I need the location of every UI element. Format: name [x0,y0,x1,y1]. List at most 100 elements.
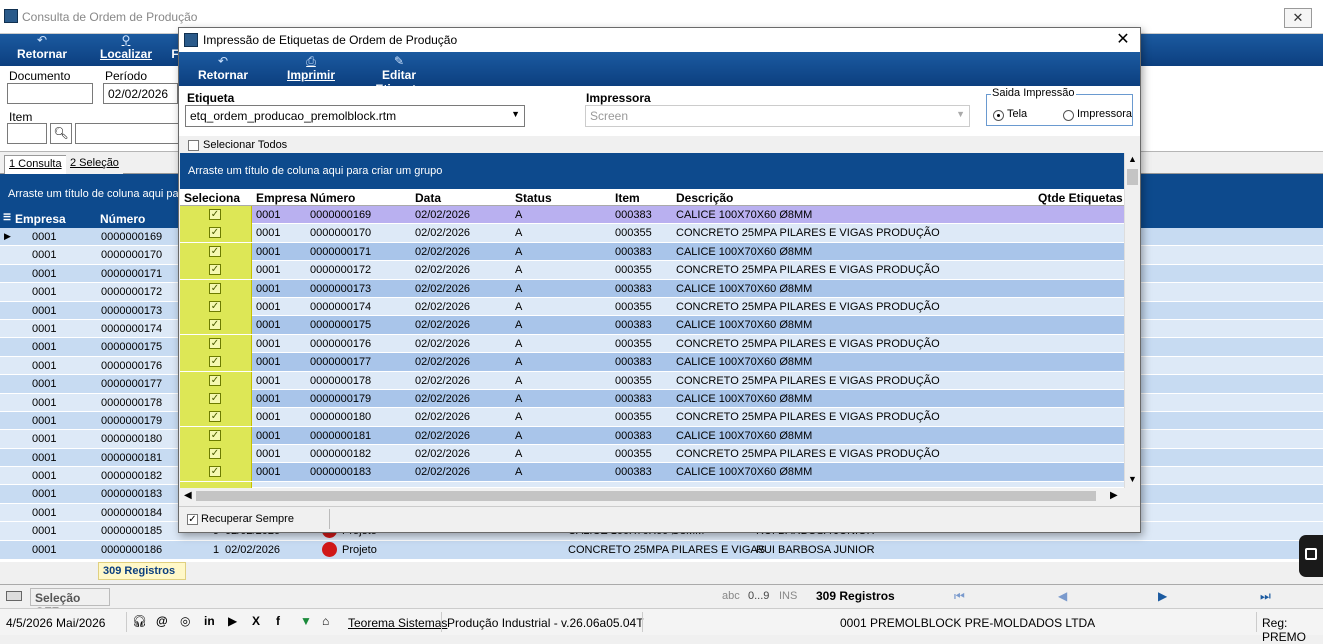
recuperar-checkbox[interactable]: ✓ [187,514,198,525]
row-checkbox[interactable]: ✓ [209,227,221,239]
radio-impressora-label[interactable]: Impressora [1077,108,1132,120]
col-status[interactable]: Status [515,191,552,205]
col-item[interactable]: Item [615,191,640,205]
row-checkbox[interactable]: ✓ [209,356,221,368]
etiqueta-select[interactable]: etq_ordem_producao_premolblock.rtm ▼ [185,105,525,127]
table-row[interactable]: ✓ 0001 0000000182 02/02/2026 A 000355 CONCRETO… [180,445,1124,464]
row-checkbox[interactable]: ✓ [209,300,221,312]
item-input[interactable] [7,123,47,144]
dialog-horizontal-scrollbar[interactable]: ◀ ▶ [180,488,1124,504]
youtube-icon[interactable]: ▶ [228,614,237,628]
main-retornar-button[interactable]: ↶ Retornar [14,34,70,62]
scroll-up-icon[interactable]: ▲ [1128,154,1137,164]
dialog-retornar-button[interactable]: ↶ Retornar [197,55,249,83]
first-record-icon[interactable]: ⏮ [954,589,965,604]
scroll-thumb[interactable] [1127,169,1138,185]
seleciona-cell[interactable]: ✓ [180,261,252,280]
seleciona-cell[interactable]: ✓ [180,445,252,464]
seleciona-cell[interactable]: ✓ [180,426,252,445]
column-menu-icon[interactable]: ☰ [3,212,11,223]
row-checkbox[interactable]: ✓ [209,374,221,386]
prev-record-icon[interactable]: ◀ [1058,589,1067,603]
facebook-icon[interactable]: f [276,614,280,628]
linkedin-icon[interactable]: in [204,614,215,628]
seleciona-cell[interactable]: ✓ [180,408,252,427]
last-record-icon[interactable]: ⏭ [1260,589,1271,604]
row-checkbox[interactable]: ✓ [209,319,221,331]
radio-tela-label[interactable]: Tela [1007,108,1027,120]
table-row[interactable]: ✓ 0001 0000000180 02/02/2026 A 000355 CONCRETO… [180,408,1124,427]
table-row[interactable]: ✓ 0001 0000000173 02/02/2026 A 000383 CALICE 1… [180,279,1124,298]
col-descricao[interactable]: Descrição [676,191,733,205]
item-description-input[interactable] [75,123,180,144]
row-checkbox[interactable]: ✓ [209,392,221,404]
dialog-vertical-scrollbar[interactable]: ▲ ▼ [1124,153,1140,488]
row-checkbox[interactable]: ✓ [209,264,221,276]
impressora-select[interactable]: Screen ▼ [585,105,970,127]
table-row[interactable]: ✓ 0001 0000000174 02/02/2026 A 000355 CONCRETO… [180,297,1124,317]
seleciona-cell[interactable]: ✓ [180,334,252,353]
row-checkbox[interactable]: ✓ [209,429,221,441]
row-checkbox[interactable]: ✓ [209,245,221,257]
table-row[interactable]: ✓ 0001 0000000169 02/02/2026 A 000383 CALICE 1… [180,206,1124,225]
tab-consulta[interactable]: 1 Consulta [4,155,67,174]
scroll-right-icon[interactable]: ▶ [1110,490,1118,501]
main-close-button[interactable]: ✕ [1284,8,1312,28]
seleciona-cell[interactable]: ✓ [180,297,252,316]
table-row[interactable]: ✓ 0001 0000000183 02/02/2026 A 000383 CALICE 1… [180,463,1124,482]
main-col-empresa[interactable]: Empresa [15,212,66,226]
col-seleciona[interactable]: Seleciona [184,191,240,205]
recuperar-label[interactable]: Recuperar Sempre [201,513,294,525]
scroll-h-thumb[interactable] [196,491,1096,501]
headset-icon[interactable]: 🎧︎ [132,614,147,628]
radio-impressora[interactable] [1063,110,1074,121]
main-col-numero[interactable]: Número [100,212,145,226]
seleciona-cell[interactable]: ✓ [180,463,252,482]
dialog-group-band[interactable]: Arraste um título de coluna aqui para cr… [180,153,1124,189]
row-checkbox[interactable]: ✓ [209,466,221,478]
selecionar-todos-checkbox[interactable] [188,140,199,151]
col-empresa[interactable]: Empresa [256,191,307,205]
col-numero[interactable]: Número [310,191,355,205]
seleciona-cell[interactable]: ✓ [180,279,252,298]
email-icon[interactable]: @ [156,614,168,628]
row-checkbox[interactable]: ✓ [209,337,221,349]
row-checkbox[interactable]: ✓ [209,411,221,423]
scroll-down-icon[interactable]: ▼ [1128,474,1137,484]
seleciona-cell[interactable]: ✓ [180,206,252,224]
seleciona-cell[interactable]: ✓ [180,242,252,261]
seleciona-cell[interactable]: ✓ [180,353,252,372]
radio-tela[interactable] [993,110,1004,121]
table-row[interactable]: ✓ 0001 0000000176 02/02/2026 A 000355 CONCRETO… [180,334,1124,354]
documento-input[interactable] [7,83,93,104]
table-row[interactable]: ✓ 0001 0000000177 02/02/2026 A 000383 CALICE 1… [180,353,1124,372]
table-row[interactable]: ✓ 0001 0000000175 02/02/2026 A 000383 CALICE 1… [180,316,1124,335]
col-data[interactable]: Data [415,191,441,205]
item-search-button[interactable]: 🔍︎ [50,123,72,144]
main-localizar-button[interactable]: ⚲ Localizar [98,34,154,62]
seleciona-cell[interactable]: ✓ [180,389,252,408]
seleciona-cell[interactable]: ✓ [180,224,252,243]
table-row[interactable]: ✓ 0001 0000000171 02/02/2026 A 000383 CALICE 1… [180,242,1124,262]
table-row[interactable]: ✓ 0001 0000000170 02/02/2026 A 000355 CONCRETO… [180,224,1124,243]
selecao-status[interactable]: Seleção OFF [30,588,110,619]
row-checkbox[interactable]: ✓ [209,209,221,220]
col-qtde[interactable]: Qtde Etiquetas [1038,191,1123,205]
dialog-imprimir-button[interactable]: ⎙ Imprimir [285,55,337,83]
row-checkbox[interactable]: ✓ [209,448,221,460]
table-row[interactable]: 0001 0000000186 1 02/02/2026 Projeto CON… [0,541,1323,560]
teorema-link[interactable]: Teorema Sistemas [348,616,447,630]
instagram-icon[interactable]: ◎ [180,614,190,628]
row-checkbox[interactable]: ✓ [209,282,221,294]
table-row[interactable]: ✓ 0001 0000000178 02/02/2026 A 000355 CONCRETO… [180,371,1124,390]
tab-selecao[interactable]: 2 Seleção [66,155,123,174]
scroll-left-icon[interactable]: ◀ [184,490,192,501]
table-row[interactable]: ✓ 0001 0000000172 02/02/2026 A 000355 CONCRETO… [180,261,1124,280]
selecionar-todos-label[interactable]: Selecionar Todos [203,139,287,151]
periodo-input[interactable]: 02/02/2026 [103,83,178,104]
table-row[interactable]: ✓ 0001 0000000179 02/02/2026 A 000383 CALICE 1… [180,389,1124,409]
table-row[interactable]: ✓ 0001 0000000181 02/02/2026 A 000383 CALICE 1… [180,426,1124,446]
seleciona-cell[interactable]: ✓ [180,371,252,390]
brand-icon[interactable]: ▼ [300,614,312,628]
x-icon[interactable]: X [252,614,260,628]
